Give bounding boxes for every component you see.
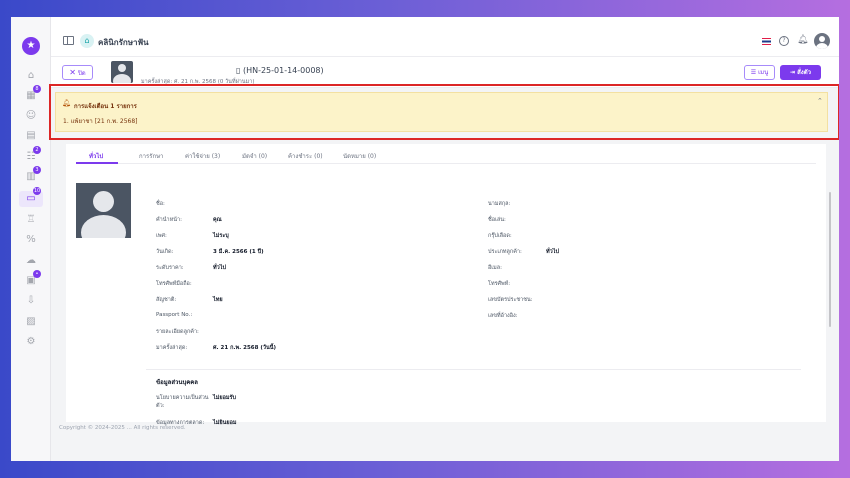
thai-flag-icon[interactable] [762,38,771,45]
field-value: ไม่ระบุ [213,233,229,239]
menu-button[interactable]: ☰ เมนู [744,65,775,80]
field-label: มาครั้งล่าสุด: [156,345,188,351]
field-label: เพศ: [156,233,167,239]
patient-photo [76,183,131,238]
field-label: เลขที่อ้างอิง: [488,313,518,319]
report-icon[interactable]: ▨ [24,315,38,329]
sidebar-badge: 10 [33,187,41,195]
tab-appointments[interactable]: นัดหมาย (0) [343,151,376,161]
hn-text: (HN-25-01-14-0008) [242,66,324,75]
notification-bell-icon[interactable]: 🔔︎ [797,35,808,45]
field-label: คำนำหน้า: [156,217,182,223]
cloud-icon[interactable]: ☁ [24,254,38,268]
exit-icon: ⇥ [790,69,796,76]
field-label: สัญชาติ: [156,297,177,303]
tab-outstanding[interactable]: ค้างชำระ (0) [288,151,323,161]
order-button[interactable]: ⇥ สั่งตัว [780,65,821,80]
user-avatar[interactable] [814,33,830,49]
privacy-policy-value: ไม่ยอมรับ [213,395,236,401]
field-value: คุณ [213,217,222,223]
field-label: โทรศัพท์: [488,281,511,287]
download-icon[interactable]: ⇩ [24,294,38,308]
field-label: ชื่อ: [156,201,165,207]
user-icon[interactable]: ☺ [24,109,38,123]
personal-section-title: ข้อมูลส่วนบุคคล [156,379,198,386]
field-value: 3 มี.ค. 2566 (1 ปี) [213,249,264,255]
home-icon[interactable]: ⌂ [24,69,38,83]
field-label: รายละเอียดลูกค้า: [156,329,199,335]
patient-detail-card: ทั่วไป การรักษา ค่าใช้จ่าย (3) มัดจำ (0)… [66,144,831,426]
sidebar-badge: • [33,270,41,278]
field-value: ทั่วไป [213,265,226,271]
clinic-name: คลินิกรักษาฟัน [98,38,149,47]
tab-bar: ทั่วไป การรักษา ค่าใช้จ่าย (3) มัดจำ (0)… [76,144,816,164]
close-icon: ✕ [69,68,76,77]
sidebar-toggle-icon[interactable] [63,36,74,45]
tab-treatment[interactable]: การรักษา [139,151,163,161]
top-bar: ⌂ คลินิกรักษาฟัน ? 🔔︎ [51,17,839,57]
field-label: Passport No.: [156,312,193,318]
tab-deposit[interactable]: มัดจำ (0) [242,151,267,161]
field-value: ศ. 21 ก.พ. 2568 (วันนี้) [213,345,276,351]
field-value: ทั่วไป [546,249,559,255]
sidebar-badge: 2 [33,146,41,154]
field-label: ระดับราคา: [156,265,184,271]
field-label: ประเภทลูกค้า: [488,249,522,255]
field-label: วันเกิด: [156,249,174,255]
tab-expenses[interactable]: ค่าใช้จ่าย (3) [185,151,220,161]
order-button-label: สั่งตัว [797,69,811,76]
sidebar: ★ ⌂ ▦ 8 ☺ ▤ ☷ 2 ▥ 3 ▭ 10 ♖% ☁ ▣ • ⇩ ▨ ⚙ [11,17,51,461]
field-value: ไทย [213,297,223,303]
field-label: โทรศัพท์มือถือ: [156,281,192,287]
field-label: เลขบัตรประชาชน: [488,297,533,303]
privacy-policy-label: นโยบายความเป็นส่วนตัว: [156,395,209,409]
settings-icon[interactable]: ⚙ [24,335,38,349]
help-icon[interactable]: ? [779,36,789,46]
clipboard-icon[interactable]: ▤ [24,129,38,143]
footer-text: Copyright © 2024-2025 ... All rights res… [59,425,186,430]
section-divider [146,369,801,370]
tooth-icon[interactable]: ♖ [24,213,38,227]
sidebar-badge: 8 [33,85,41,93]
close-button-label: ปิด [77,70,86,77]
field-label: นามสกุล: [488,201,511,207]
field-label: ชื่อเล่น: [488,217,506,223]
patient-hn: ▯ (HN-25-01-14-0008) [236,66,324,75]
hamburger-icon: ☰ [750,69,757,76]
percent-icon[interactable]: % [24,233,38,247]
patient-avatar [111,61,133,83]
marketing-value: ไม่ยินยอม [213,420,237,426]
menu-button-label: เมนู [758,69,769,76]
field-label: กรุ๊ปเลือด: [488,233,512,239]
app-window: ★ ⌂ ▦ 8 ☺ ▤ ☷ 2 ▥ 3 ▭ 10 ♖% ☁ ▣ • ⇩ ▨ ⚙ ⌂ คลินิกรักษาฟัน … [11,17,839,461]
field-label: อีเมล: [488,265,503,271]
scrollbar[interactable] [829,192,831,327]
active-tab-indicator [76,162,118,164]
alert-highlight-outline [49,84,839,140]
star-logo-icon[interactable]: ★ [22,37,40,55]
tab-general[interactable]: ทั่วไป [89,151,103,161]
sidebar-badge: 3 [33,166,41,174]
clinic-logo-icon: ⌂ [80,34,94,48]
close-button[interactable]: ✕ ปิด [62,65,93,80]
